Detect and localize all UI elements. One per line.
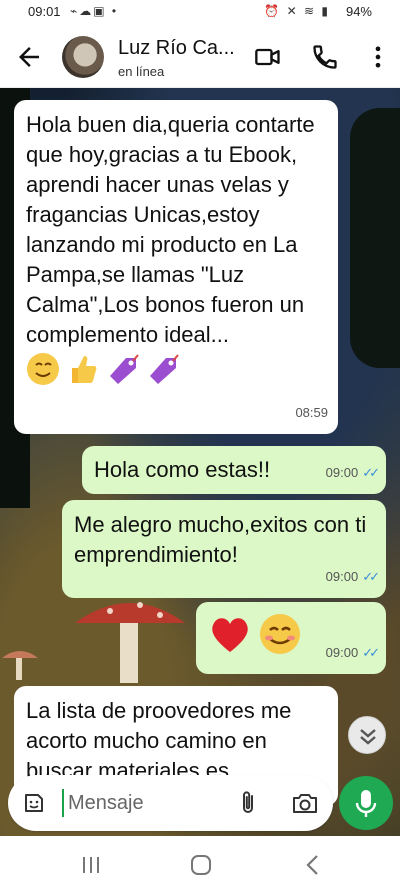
label-tag-icon: [150, 354, 180, 384]
status-time: 09:01: [28, 4, 61, 19]
recent-apps-icon[interactable]: [78, 852, 104, 878]
camera-icon[interactable]: [291, 791, 319, 815]
contact-status: en línea: [118, 64, 165, 79]
voice-message-button[interactable]: [339, 776, 393, 830]
message-time: 09:00: [325, 465, 359, 480]
red-heart-icon: [212, 618, 248, 652]
read-receipt-icon: ✓✓: [362, 569, 380, 584]
microphone-icon: [355, 790, 377, 817]
notification-icons: ⌁☁▣ •: [70, 4, 119, 18]
sticker-icon[interactable]: [22, 791, 46, 815]
video-call-icon[interactable]: [254, 43, 282, 71]
message-meta: 08:59: [295, 398, 328, 428]
avatar[interactable]: [62, 36, 104, 78]
battery-level: 94%: [345, 4, 372, 19]
message-bubble-outgoing[interactable]: 09:00 ✓✓: [196, 602, 386, 674]
smiling-face-icon: [260, 614, 301, 654]
smiling-face-icon: [27, 353, 59, 385]
chat-area[interactable]: Hola buen dia,queria contarte que hoy,gr…: [0, 88, 400, 836]
message-composer: [8, 775, 333, 831]
message-bubble-incoming[interactable]: Hola buen dia,queria contarte que hoy,gr…: [14, 100, 338, 434]
scroll-to-bottom-button[interactable]: [348, 716, 386, 754]
wallpaper-tree: [350, 108, 400, 368]
attach-icon[interactable]: [236, 790, 260, 816]
message-meta: 09:00 ✓✓: [325, 562, 380, 592]
phone-call-icon[interactable]: [311, 43, 339, 71]
message-meta: 09:00 ✓✓: [325, 458, 380, 488]
message-text: Hola buen dia,queria contarte que hoy,gr…: [26, 112, 315, 347]
emoji-row: [26, 352, 326, 386]
message-bubble-outgoing[interactable]: Hola como estas!! 09:00 ✓✓: [82, 446, 386, 494]
message-input[interactable]: [62, 789, 222, 817]
system-nav-bar: [0, 836, 400, 893]
thumbs-up-icon: [72, 356, 97, 383]
message-time: 08:59: [295, 405, 328, 420]
message-time: 09:00: [325, 645, 359, 660]
read-receipt-icon: ✓✓: [362, 465, 380, 480]
system-icons: ⏰ ✕ ≋ ▮: [264, 4, 330, 18]
more-options-icon[interactable]: [364, 43, 392, 71]
status-bar: 09:01 ⌁☁▣ • ⏰ ✕ ≋ ▮ 94%: [0, 0, 400, 24]
label-tag-icon: [110, 354, 140, 384]
back-arrow-icon[interactable]: [14, 42, 44, 72]
contact-name[interactable]: Luz Río Ca...: [118, 37, 235, 60]
message-text: La lista de proovedores me acorto mucho …: [26, 698, 292, 783]
read-receipt-icon: ✓✓: [362, 645, 380, 660]
message-text: Me alegro mucho,exitos con ti emprendimi…: [74, 512, 367, 567]
message-bubble-outgoing[interactable]: Me alegro mucho,exitos con ti emprendimi…: [62, 500, 386, 598]
chevron-down-icon: [360, 729, 376, 745]
wallpaper-mushroom: [2, 651, 38, 680]
message-meta: 09:00 ✓✓: [325, 638, 380, 668]
back-nav-icon[interactable]: [300, 852, 326, 878]
message-time: 09:00: [325, 569, 359, 584]
chat-header: Luz Río Ca... en línea: [0, 24, 400, 88]
home-icon[interactable]: [188, 852, 214, 878]
wallpaper-mushroom: [75, 602, 185, 683]
